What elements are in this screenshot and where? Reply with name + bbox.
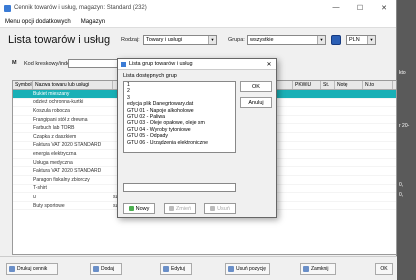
menu-warehouse[interactable]: Magazyn — [76, 19, 110, 25]
bottom-toolbar: Drukuj cennik Dodaj Edytuj Usuń pozycję … — [0, 256, 397, 280]
new-group-button[interactable]: Nowy — [123, 203, 155, 214]
dialog-title-bar: Lista grup towarów i usług ✕ — [118, 59, 276, 70]
dialog-cancel-button[interactable]: Anuluj — [240, 97, 272, 108]
edit-button[interactable]: Edytuj — [160, 263, 192, 275]
rodzaj-select[interactable]: Towary i usługi ▼ — [143, 35, 217, 45]
chevron-down-icon: ▼ — [317, 36, 325, 44]
rodzaj-value: Towary i usługi — [146, 37, 183, 43]
maximize-button[interactable]: ☐ — [348, 4, 372, 12]
chevron-down-icon: ▼ — [208, 36, 216, 44]
grupa-value: wszystkie — [250, 37, 274, 43]
col-st[interactable]: St. — [321, 81, 335, 89]
page-header: Lista towarów i usług Rodzaj: Towary i u… — [0, 28, 396, 54]
menu-options[interactable]: Menu opcji dodatkowych — [0, 19, 76, 25]
currency-value: PLN — [349, 37, 360, 43]
right-panel: kto r 20- 0, 0, — [397, 0, 416, 280]
cell-name: Frangipani stół z drewna — [33, 116, 88, 123]
list-item[interactable]: GTU 06 - Urządzenia elektroniczne — [124, 140, 235, 146]
dialog-title: Lista grup towarów i usług — [129, 61, 193, 67]
page-title: Lista towarów i usług — [8, 34, 111, 46]
col-nto[interactable]: N.to — [363, 81, 393, 89]
col-pkwiu[interactable]: PKWiU — [293, 81, 321, 89]
delete-item-button[interactable]: Usuń pozycję — [225, 263, 270, 275]
cell-name: Bukiet mieszany — [33, 90, 70, 97]
window-title: Cennik towarów i usług, magazyn: Standar… — [14, 5, 147, 11]
cell-name: Koszula robocza — [33, 107, 70, 114]
title-bar: Cennik towarów i usług, magazyn: Standar… — [0, 0, 396, 16]
cell-name: energia elektryczna — [33, 150, 77, 157]
add-button[interactable]: Dodaj — [90, 263, 122, 275]
group-name-input[interactable] — [123, 183, 236, 192]
dialog-close-icon[interactable]: ✕ — [262, 61, 276, 68]
dialog-subtitle: Lista dostępnych grup — [123, 73, 177, 79]
dialog-icon — [121, 61, 126, 67]
right-text-4: 0, — [399, 192, 404, 198]
cell-name: Faktura VAT 2020 STANDARD — [33, 168, 102, 175]
currency-select[interactable]: PLN ▼ — [346, 35, 376, 45]
dialog-ok-button[interactable]: OK — [240, 81, 272, 92]
cell-name: Buty sportowe — [33, 202, 65, 209]
right-text-1: kto — [399, 70, 406, 76]
app-icon — [4, 4, 11, 12]
cell-name: Usługa medyczna — [33, 159, 73, 166]
change-group-button[interactable]: Zmień — [164, 203, 196, 214]
rodzaj-label: Rodzaj: — [121, 37, 140, 43]
groups-list[interactable]: 1 2 3 edycja plik Danegrtowary.dat GTU 01 - … — [123, 81, 236, 153]
cell-name: T-shirt — [33, 185, 47, 192]
grupa-label: Grupa: — [228, 37, 245, 43]
search-input[interactable] — [68, 59, 118, 68]
groups-dialog: Lista grup towarów i usług ✕ Lista dostę… — [117, 58, 277, 218]
cell-name: Faktura VAT 2020 STANDARD — [33, 142, 102, 149]
cell-name: u — [33, 193, 36, 200]
right-text-3: 0, — [399, 182, 404, 188]
cell-name: Farbuch lab TORB — [33, 125, 75, 132]
ok-button[interactable]: OK — [375, 263, 393, 275]
cell-name: Paragon fiskalny zbiorczy — [33, 176, 90, 183]
right-text-2: r 20- — [399, 123, 410, 129]
minimize-button[interactable]: — — [324, 4, 348, 12]
close-button[interactable]: ✕ — [372, 4, 396, 12]
groups-button[interactable] — [331, 35, 341, 45]
col-note[interactable]: Notę — [335, 81, 363, 89]
close-window-button[interactable]: Zamknij — [300, 263, 336, 275]
cell-name: Czapka z daszkiem — [33, 133, 77, 140]
delete-group-button[interactable]: Usuń — [204, 203, 236, 214]
search-icon: M — [12, 60, 17, 66]
menu-bar: Menu opcji dodatkowych Magazyn — [0, 16, 396, 28]
print-price-list-button[interactable]: Drukuj cennik — [6, 263, 58, 275]
cell-name: odzież ochronna-kurtki — [33, 99, 84, 106]
chevron-down-icon: ▼ — [367, 36, 375, 44]
grupa-select[interactable]: wszystkie ▼ — [247, 35, 326, 45]
col-name[interactable]: Nazwa towaru lub usługi — [33, 81, 113, 89]
col-symbol[interactable]: Symbol — [13, 81, 33, 89]
